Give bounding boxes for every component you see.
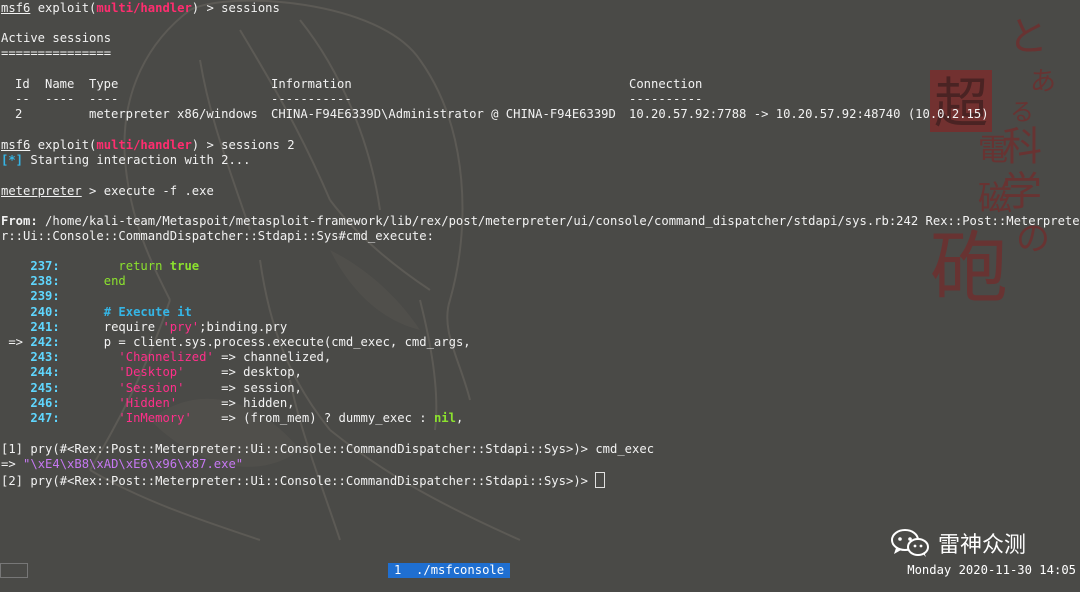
line-colon: : bbox=[52, 350, 60, 365]
line-arrow bbox=[1, 396, 30, 410]
active-sessions-title: Active sessions bbox=[1, 31, 112, 45]
keyword: nil bbox=[433, 411, 456, 425]
code-line: 241: require 'pry';binding.pry bbox=[1, 320, 287, 335]
from-line-cont: r::Ui::Console::CommandDispatcher::Stdap… bbox=[1, 229, 434, 243]
line-colon: : bbox=[52, 335, 60, 349]
brand-name: 雷神众测 bbox=[938, 533, 1027, 558]
line-arrow bbox=[1, 350, 30, 364]
sessions-table-underline: -- ---- ---- ----------- ---------- bbox=[15, 92, 703, 106]
line-colon: : bbox=[52, 289, 60, 304]
line-arrow bbox=[1, 305, 30, 319]
code-line: => 242: p = client.sys.process.execute(c… bbox=[1, 335, 471, 350]
sessions-table-header: Id Name Type Information Connection bbox=[15, 77, 703, 91]
code-string: 'Session' bbox=[118, 380, 185, 395]
text-cursor bbox=[595, 472, 606, 488]
line-colon: : bbox=[52, 365, 60, 380]
code-text: , bbox=[455, 411, 464, 425]
line-arrow: => bbox=[1, 335, 31, 349]
code-string: 'pry' bbox=[162, 319, 200, 334]
prompt-line-2: msf6 exploit(multi/handler) > sessions 2 bbox=[1, 138, 295, 152]
code-comment: # Execute it bbox=[103, 304, 192, 319]
code-line: 239: bbox=[1, 289, 60, 304]
status-clock: Monday 2020-11-30 14:05 bbox=[907, 563, 1076, 577]
keyword: true bbox=[169, 259, 200, 273]
code-text: ;binding.pry bbox=[199, 319, 288, 334]
line-colon: : bbox=[52, 274, 60, 289]
code-text: => (from_mem) ? dummy_exec : bbox=[191, 411, 434, 425]
line-arrow bbox=[1, 289, 30, 303]
line-colon: : bbox=[52, 319, 60, 334]
code-line: 240: # Execute it bbox=[1, 304, 192, 320]
code-string: 'InMemory' bbox=[118, 411, 192, 425]
active-sessions-rule: =============== bbox=[1, 46, 112, 60]
line-arrow bbox=[1, 365, 30, 379]
line-number: 242 bbox=[30, 335, 53, 349]
code-line: 237: return true bbox=[1, 259, 199, 274]
line-number: 241 bbox=[30, 319, 53, 334]
keyword: return bbox=[118, 259, 163, 273]
status-session-box bbox=[0, 563, 28, 578]
line-number: 238 bbox=[30, 274, 53, 289]
line-number: 240 bbox=[30, 304, 53, 319]
line-number: 239 bbox=[30, 289, 53, 304]
pry-result: => "\xE4\xB8\xAD\xE6\x96\x87.exe" bbox=[1, 457, 244, 471]
code-text: => hidden, bbox=[177, 395, 295, 410]
line-colon: : bbox=[52, 411, 60, 425]
starting-interaction: [*] Starting interaction with 2... bbox=[1, 153, 251, 167]
code-text: => session, bbox=[184, 380, 302, 395]
code-text: require bbox=[103, 319, 163, 334]
pry-line-2[interactable]: [2] pry(#<Rex::Post::Meterpreter::Ui::Co… bbox=[1, 472, 606, 488]
line-arrow bbox=[1, 411, 30, 425]
code-text: p = client.sys.process.execute(cmd_exec,… bbox=[103, 335, 471, 349]
line-colon: : bbox=[52, 259, 60, 273]
line-colon: : bbox=[52, 395, 60, 410]
code-string: 'Channelized' bbox=[118, 350, 214, 365]
code-text: => channelized, bbox=[213, 350, 332, 365]
terminal-output[interactable]: msf6 exploit(multi/handler) > sessions A… bbox=[0, 0, 1080, 560]
from-line: From: /home/kali-team/Metaspoit/metasplo… bbox=[1, 214, 1080, 228]
code-line: 243: 'Channelized' => channelized, bbox=[1, 350, 331, 365]
line-number: 246 bbox=[30, 395, 53, 410]
brand-logo: 雷神众测 bbox=[890, 528, 1026, 558]
line-arrow bbox=[1, 259, 30, 273]
line-arrow bbox=[1, 381, 30, 395]
code-line: 244: 'Desktop' => desktop, bbox=[1, 365, 302, 380]
pry-line-1: [1] pry(#<Rex::Post::Meterpreter::Ui::Co… bbox=[1, 442, 655, 456]
keyword: end bbox=[103, 274, 126, 289]
prompt-line-1: msf6 exploit(multi/handler) > sessions bbox=[1, 1, 280, 15]
code-string: 'Hidden' bbox=[118, 395, 178, 410]
line-number: 244 bbox=[30, 365, 53, 380]
meterpreter-prompt: meterpreter > execute -f .exe bbox=[1, 184, 214, 198]
code-line: 245: 'Session' => session, bbox=[1, 381, 302, 396]
code-line: 238: end bbox=[1, 274, 126, 289]
line-number: 243 bbox=[30, 350, 53, 365]
code-line: 247: 'InMemory' => (from_mem) ? dummy_ex… bbox=[1, 411, 463, 426]
line-number: 245 bbox=[30, 380, 53, 395]
wechat-icon bbox=[891, 529, 929, 557]
line-arrow bbox=[1, 320, 30, 334]
line-number: 237 bbox=[30, 259, 53, 273]
tab-msfconsole[interactable]: 1 ./msfconsole bbox=[388, 563, 511, 578]
line-arrow bbox=[1, 274, 30, 288]
code-line: 246: 'Hidden' => hidden, bbox=[1, 395, 295, 411]
line-colon: : bbox=[52, 304, 60, 319]
tmux-status-bar: 1 ./msfconsole Monday 2020-11-30 14:05 bbox=[0, 563, 1080, 578]
code-text: => desktop, bbox=[184, 365, 302, 380]
line-colon: : bbox=[52, 380, 60, 395]
table-row[interactable]: 2 meterpreter x86/windows CHINA-F94E6339… bbox=[1, 107, 1080, 122]
code-string: 'Desktop' bbox=[118, 365, 185, 380]
line-number: 247 bbox=[30, 411, 53, 425]
